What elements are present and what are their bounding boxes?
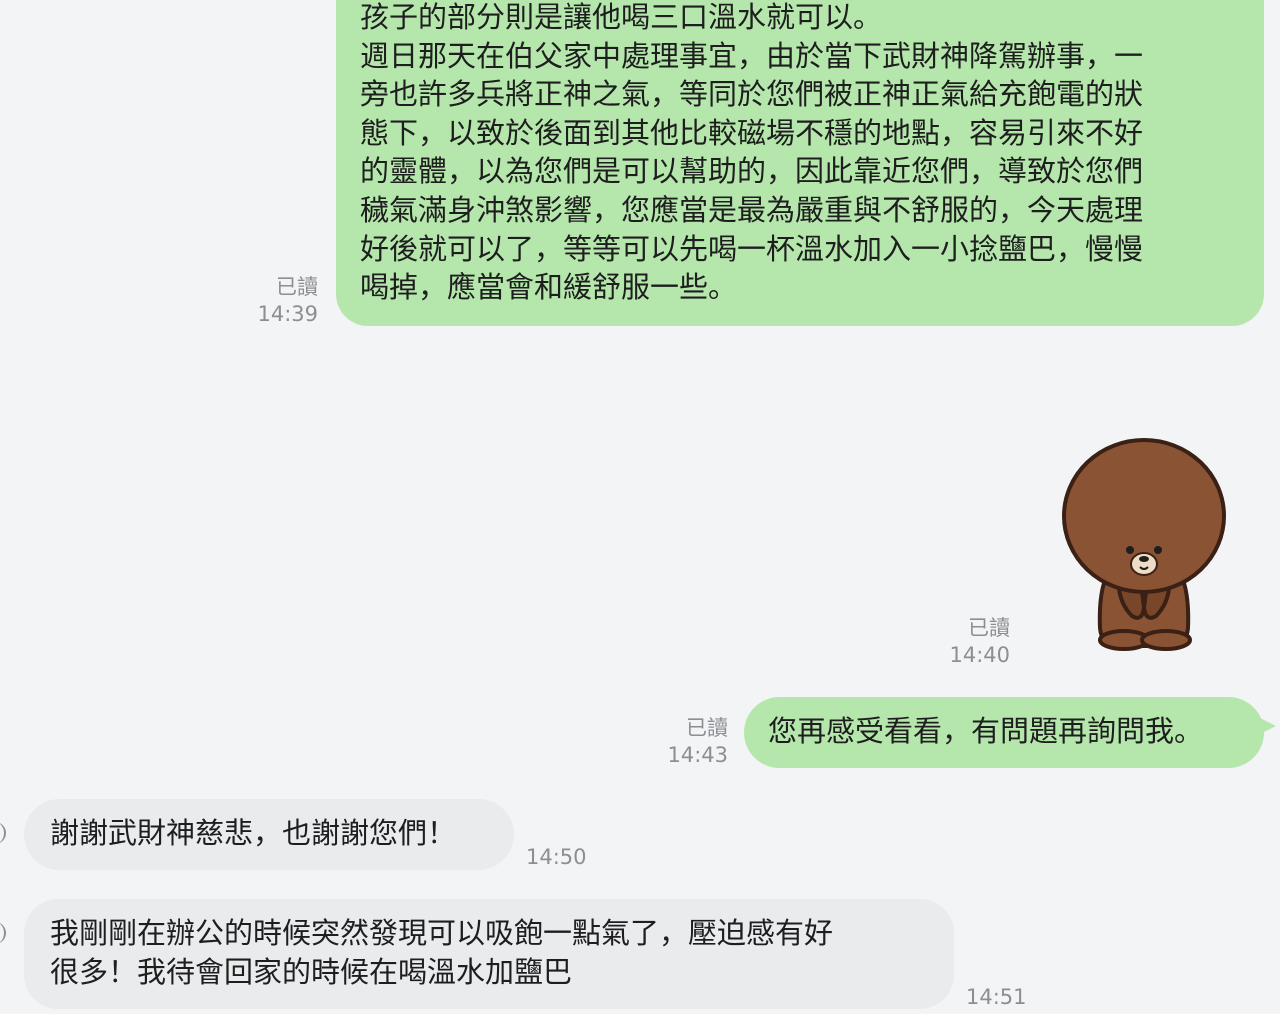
brown-bear-bow-sticker[interactable] bbox=[1058, 438, 1230, 653]
message-timestamp: 14:39 bbox=[257, 302, 318, 326]
message-timestamp: 14:51 bbox=[966, 985, 1027, 1009]
incoming-message-bubble[interactable]: 我剛剛在辦公的時候突然發現可以吸飽一點氣了，壓迫感有好 很多！我待會回家的時候在… bbox=[24, 899, 954, 1009]
avatar[interactable] bbox=[0, 822, 6, 844]
message-meta: 已讀 14:39 bbox=[257, 274, 318, 328]
message-timestamp: 14:50 bbox=[526, 845, 587, 869]
bear-sticker-icon bbox=[1062, 438, 1226, 651]
read-receipt: 已讀 bbox=[968, 616, 1010, 640]
message-text: 謝謝武財神慈悲，也謝謝您們！ bbox=[50, 816, 457, 850]
message-text-line: 很多！我待會回家的時候在喝溫水加鹽巴 bbox=[50, 954, 573, 989]
message-text-line: 的靈體，以為您們是可以幫助的，因此靠近您們，導致於您們 bbox=[360, 154, 1144, 189]
message-meta: 已讀 14:40 bbox=[949, 615, 1010, 669]
message-text-line: 我剛剛在辦公的時候突然發現可以吸飽一點氣了，壓迫感有好 bbox=[50, 916, 834, 950]
incoming-message-bubble[interactable]: 謝謝武財神慈悲，也謝謝您們！ bbox=[24, 799, 514, 870]
message-text-line: 旁也許多兵將正神之氣，等同於您們被正神正氣給充飽電的狀 bbox=[360, 77, 1144, 112]
read-receipt: 已讀 bbox=[686, 716, 728, 740]
message-timestamp: 14:40 bbox=[949, 643, 1010, 667]
message-text-line: 喝掉，應當會和緩舒服一些。 bbox=[360, 270, 738, 305]
avatar[interactable] bbox=[0, 922, 6, 944]
message-meta: 已讀 14:43 bbox=[667, 715, 728, 769]
outgoing-message-bubble[interactable]: 孩子的部分則是讓他喝三口溫水就可以。 週日那天在伯父家中處理事宜，由於當下武財神… bbox=[336, 0, 1264, 326]
message-text-line: 態下，以致於後面到其他比較磁場不穩的地點，容易引來不好 bbox=[360, 115, 1144, 150]
message-text-line: 孩子的部分則是讓他喝三口溫水就可以。 bbox=[360, 0, 883, 34]
read-receipt: 已讀 bbox=[276, 275, 318, 299]
bubble-tail bbox=[1256, 716, 1276, 736]
message-timestamp: 14:43 bbox=[667, 743, 728, 767]
message-text-line: 穢氣滿身沖煞影響，您應當是最為嚴重與不舒服的，今天處理 bbox=[360, 192, 1144, 227]
outgoing-message-bubble[interactable]: 您再感受看看，有問題再詢問我。 bbox=[744, 697, 1264, 768]
message-text-line: 好後就可以了，等等可以先喝一杯溫水加入一小捻鹽巴，慢慢 bbox=[360, 231, 1144, 266]
message-text: 您再感受看看，有問題再詢問我。 bbox=[768, 714, 1204, 748]
message-text-line: 週日那天在伯父家中處理事宜，由於當下武財神降駕辦事，一 bbox=[360, 38, 1144, 73]
